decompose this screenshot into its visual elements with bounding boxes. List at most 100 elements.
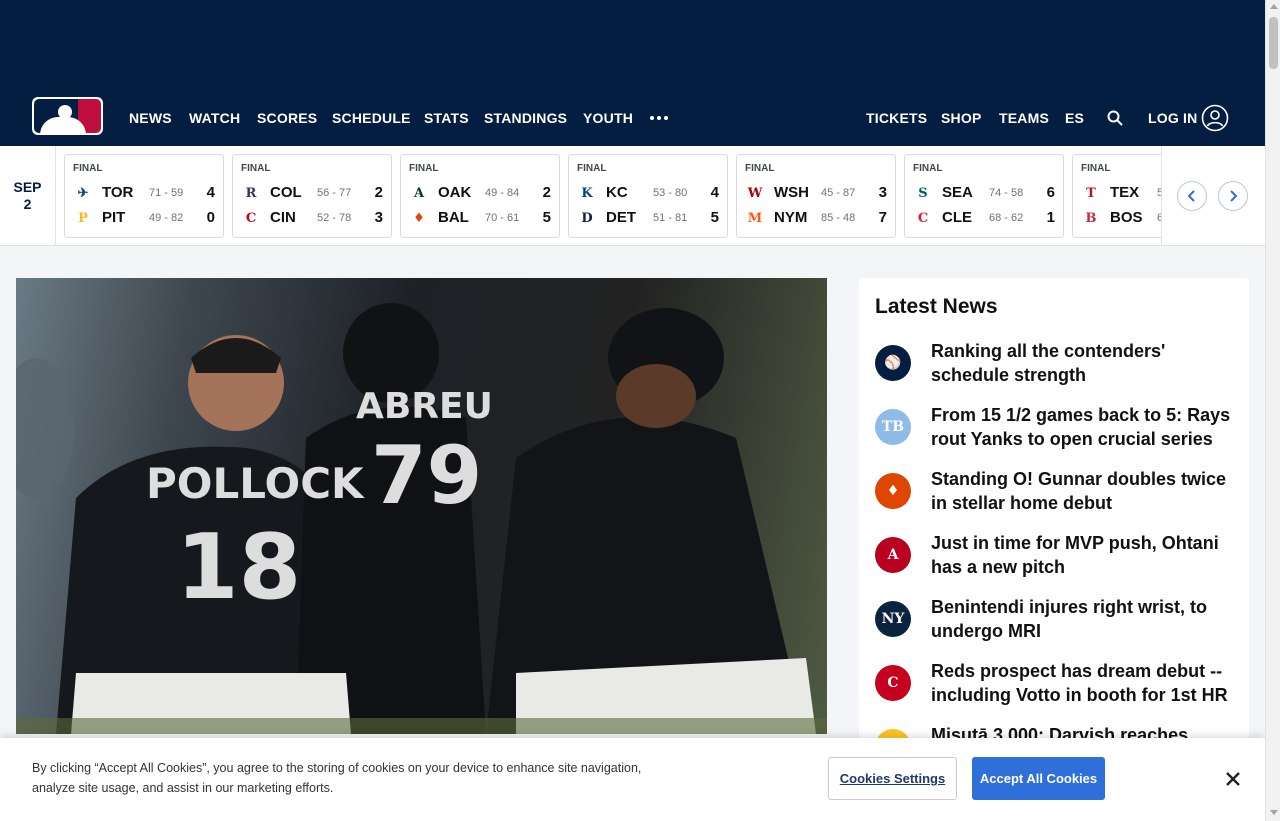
pirates-logo-icon: P: [78, 210, 88, 226]
mlb-logo[interactable]: [32, 97, 103, 135]
away-team-row: K KC 53 - 80 4: [577, 183, 719, 203]
team-score: 4: [710, 184, 719, 201]
game-card[interactable]: FINAL W WSH 45 - 87 3 M NYM 85 - 48 7: [736, 154, 896, 238]
news-item[interactable]: ⚾ Ranking all the contenders' schedule st…: [875, 339, 1235, 395]
mariners-logo-icon: S: [918, 185, 928, 201]
orioles-logo-icon: ♦: [413, 210, 425, 226]
nav-shop[interactable]: SHOP: [941, 90, 981, 146]
game-status: FINAL: [241, 163, 271, 174]
celebration-photo: POLLOCK 18 ABREU 79: [16, 303, 827, 734]
team-abbr: BAL: [438, 209, 469, 226]
scoreboard-date[interactable]: SEP 2: [0, 146, 56, 246]
team-abbr: WSH: [774, 184, 809, 201]
scroll-left-button[interactable]: [1177, 181, 1207, 211]
news-item[interactable]: A Just in time for MVP push, Ohtani has a…: [875, 531, 1235, 587]
team-record: 56 - 77: [317, 187, 352, 199]
news-headline[interactable]: Benintendi injures right wrist, to under…: [931, 595, 1231, 643]
nav-teams[interactable]: TEAMS: [999, 90, 1049, 146]
news-headline[interactable]: Ranking all the contenders' schedule str…: [931, 339, 1231, 387]
team-record: 70 - 61: [485, 212, 520, 224]
nav-tickets[interactable]: TICKETS: [866, 90, 927, 146]
team-abbr: TOR: [102, 184, 134, 201]
game-card[interactable]: FINAL T TEX 5 B BOS 6: [1072, 154, 1162, 238]
team-abbr: COL: [270, 184, 302, 201]
athletics-logo-icon: A: [413, 185, 425, 201]
news-headline[interactable]: Standing O! Gunnar doubles twice in stel…: [931, 467, 1231, 515]
game-card[interactable]: FINAL A OAK 49 - 84 2 ♦ BAL 70 - 61 5: [400, 154, 560, 238]
game-status: FINAL: [913, 163, 943, 174]
team-abbr: PIT: [102, 209, 126, 226]
nav-espanol[interactable]: ES: [1065, 90, 1084, 146]
nav-news[interactable]: NEWS: [129, 90, 172, 146]
search-icon[interactable]: [1107, 110, 1123, 126]
news-item[interactable]: C Reds prospect has dream debut -- includ…: [875, 659, 1235, 715]
team-abbr: BOS: [1110, 209, 1143, 226]
nav-youth[interactable]: YOUTH: [583, 90, 633, 146]
nav-standings[interactable]: STANDINGS: [484, 90, 567, 146]
scroll-right-button[interactable]: [1218, 181, 1248, 211]
news-item[interactable]: ♦ Standing O! Gunnar doubles twice in ste…: [875, 467, 1235, 523]
nationals-logo-icon: W: [747, 185, 763, 201]
close-icon[interactable]: [1224, 770, 1242, 788]
reds-logo-icon: C: [245, 210, 257, 226]
game-card[interactable]: FINAL S SEA 74 - 58 6 C CLE 68 - 62 1: [904, 154, 1064, 238]
home-team-row: ♦ BAL 70 - 61 5: [409, 208, 551, 228]
top-nav: NEWS WATCH SCORES SCHEDULE STATS STANDIN…: [0, 90, 1265, 146]
game-card[interactable]: FINAL R COL 56 - 77 2 C CIN 52 - 78 3: [232, 154, 392, 238]
cookies-settings-button[interactable]: Cookies Settings: [828, 757, 957, 800]
team-score: 2: [374, 184, 383, 201]
game-card[interactable]: FINAL ✈ TOR 71 - 59 4 P PIT 49 - 82 0: [64, 154, 224, 238]
accept-all-cookies-button[interactable]: Accept All Cookies: [972, 757, 1105, 800]
games-strip: FINAL ✈ TOR 71 - 59 4 P PIT 49 - 82 0 FINAL R COL 56…: [56, 146, 1162, 246]
login-link[interactable]: LOG IN: [1148, 90, 1197, 146]
scrollbar-thumb[interactable]: [1269, 17, 1278, 69]
scroll-down-arrow[interactable]: [1270, 810, 1278, 815]
team-abbr: DET: [606, 209, 636, 226]
svg-text:ABREU: ABREU: [356, 386, 493, 427]
team-record: 45 - 87: [821, 187, 856, 199]
nav-schedule[interactable]: SCHEDULE: [332, 90, 411, 146]
team-record: 49 - 82: [149, 212, 184, 224]
svg-text:18: 18: [176, 515, 301, 620]
angels-logo-icon: A: [875, 537, 911, 573]
away-team-row: S SEA 74 - 58 6: [913, 183, 1055, 203]
more-icon[interactable]: [650, 116, 668, 120]
team-record: 5: [1157, 183, 1161, 203]
nav-stats[interactable]: STATS: [424, 90, 469, 146]
reds-logo-icon: C: [875, 665, 911, 701]
hero-image[interactable]: POLLOCK 18 ABREU 79: [16, 278, 827, 734]
team-record: 74 - 58: [989, 187, 1024, 199]
team-abbr: SEA: [942, 184, 973, 201]
away-team-row: R COL 56 - 77 2: [241, 183, 383, 203]
away-team-row: W WSH 45 - 87 3: [745, 183, 887, 203]
team-abbr: KC: [606, 184, 628, 201]
game-status: FINAL: [73, 163, 103, 174]
svg-text:POLLOCK: POLLOCK: [146, 459, 365, 508]
team-abbr: NYM: [774, 209, 808, 226]
team-record: 53 - 80: [653, 187, 688, 199]
game-status: FINAL: [745, 163, 775, 174]
tigers-logo-icon: D: [581, 210, 593, 226]
chevron-right-icon: [1230, 190, 1238, 202]
nav-scores[interactable]: SCORES: [257, 90, 317, 146]
game-card[interactable]: FINAL K KC 53 - 80 4 D DET 51 - 81 5: [568, 154, 728, 238]
news-headline[interactable]: From 15 1/2 games back to 5: Rays rout Y…: [931, 403, 1231, 451]
news-headline[interactable]: Just in time for MVP push, Ohtani has a …: [931, 531, 1231, 579]
team-abbr: CIN: [270, 209, 296, 226]
news-item[interactable]: TB From 15 1/2 games back to 5: Rays rout…: [875, 403, 1235, 459]
news-item[interactable]: NY Benintendi injures right wrist, to und…: [875, 595, 1235, 651]
game-status: FINAL: [1081, 163, 1111, 174]
scroll-up-arrow[interactable]: [1270, 4, 1278, 9]
home-team-row: C CLE 68 - 62 1: [913, 208, 1055, 228]
page-scrollbar[interactable]: [1265, 0, 1280, 821]
team-score: 7: [878, 209, 887, 226]
team-record: 51 - 81: [653, 212, 688, 224]
user-account-icon[interactable]: [1201, 104, 1229, 132]
ad-banner: [0, 0, 1265, 90]
away-team-row: A OAK 49 - 84 2: [409, 183, 551, 203]
home-team-row: B BOS 6: [1081, 208, 1162, 228]
home-team-row: C CIN 52 - 78 3: [241, 208, 383, 228]
nav-watch[interactable]: WATCH: [189, 90, 240, 146]
news-headline[interactable]: Reds prospect has dream debut -- includi…: [931, 659, 1231, 707]
team-score: 4: [206, 184, 215, 201]
